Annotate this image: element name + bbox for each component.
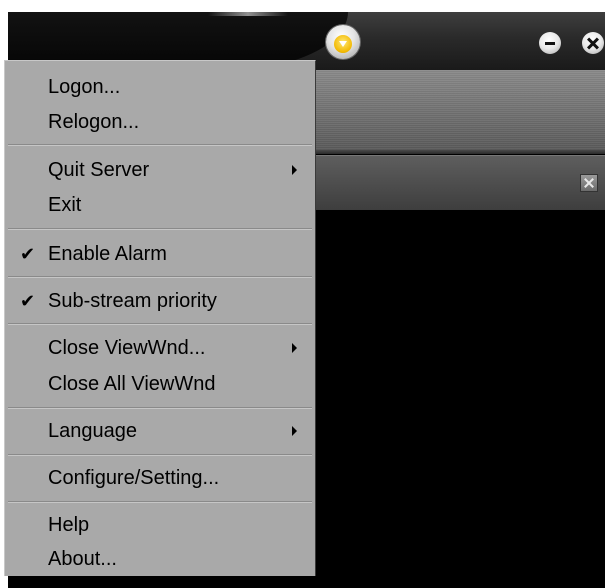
menu-item-label: Configure/Setting...: [48, 467, 220, 489]
menu-item-label: Enable Alarm: [48, 243, 167, 265]
menu-separator: [8, 276, 312, 278]
menu-item-sub-stream-priority[interactable]: ✔ Sub-stream priority: [5, 283, 315, 319]
menu-item-exit[interactable]: Exit: [5, 187, 315, 223]
menu-item-label: Close ViewWnd...: [48, 337, 206, 359]
menu-item-label: Language: [48, 420, 137, 442]
menu-item-configure-setting[interactable]: Configure/Setting...: [5, 460, 315, 496]
menu-item-label: Relogon...: [48, 111, 140, 133]
menu-separator: [8, 407, 312, 409]
menu-separator: [8, 454, 312, 456]
menu-item-label: Exit: [48, 194, 82, 216]
menu-item-language[interactable]: Language: [5, 413, 315, 449]
menu-item-close-viewwnd[interactable]: Close ViewWnd...: [5, 330, 315, 366]
menu-item-about[interactable]: About...: [5, 541, 315, 577]
menu-item-label: About...: [48, 548, 117, 570]
submenu-arrow-icon: [292, 426, 297, 436]
menu-item-label: Sub-stream priority: [48, 290, 217, 312]
submenu-arrow-icon: [292, 343, 297, 353]
checkmark-icon: ✔: [20, 291, 36, 311]
main-context-menu: Logon... Relogon... Quit Server Exit ✔ E…: [4, 60, 316, 576]
main-menu-button[interactable]: [326, 25, 360, 59]
menu-item-quit-server[interactable]: Quit Server: [5, 152, 315, 188]
menu-item-label: Close All ViewWnd: [48, 373, 216, 395]
menu-item-enable-alarm[interactable]: ✔ Enable Alarm: [5, 236, 315, 272]
menu-item-close-all-viewwnd[interactable]: Close All ViewWnd: [5, 366, 315, 402]
menu-separator: [8, 144, 312, 146]
menu-item-label: Quit Server: [48, 159, 150, 181]
checkmark-icon: ✔: [20, 244, 36, 264]
dropdown-arrow-icon: [334, 35, 352, 53]
menu-item-logon[interactable]: Logon...: [5, 69, 315, 105]
menu-item-help[interactable]: Help: [5, 507, 315, 543]
minimize-button[interactable]: [539, 32, 561, 54]
menu-item-label: Help: [48, 514, 90, 536]
menu-item-label: Logon...: [48, 76, 121, 98]
menu-separator: [8, 228, 312, 230]
menu-separator: [8, 501, 312, 503]
menu-separator: [8, 323, 312, 325]
close-button[interactable]: [582, 32, 604, 54]
panel-close-button[interactable]: [580, 174, 598, 192]
menu-item-relogon[interactable]: Relogon...: [5, 104, 315, 140]
title-bar-highlight: [208, 12, 288, 16]
submenu-arrow-icon: [292, 165, 297, 175]
